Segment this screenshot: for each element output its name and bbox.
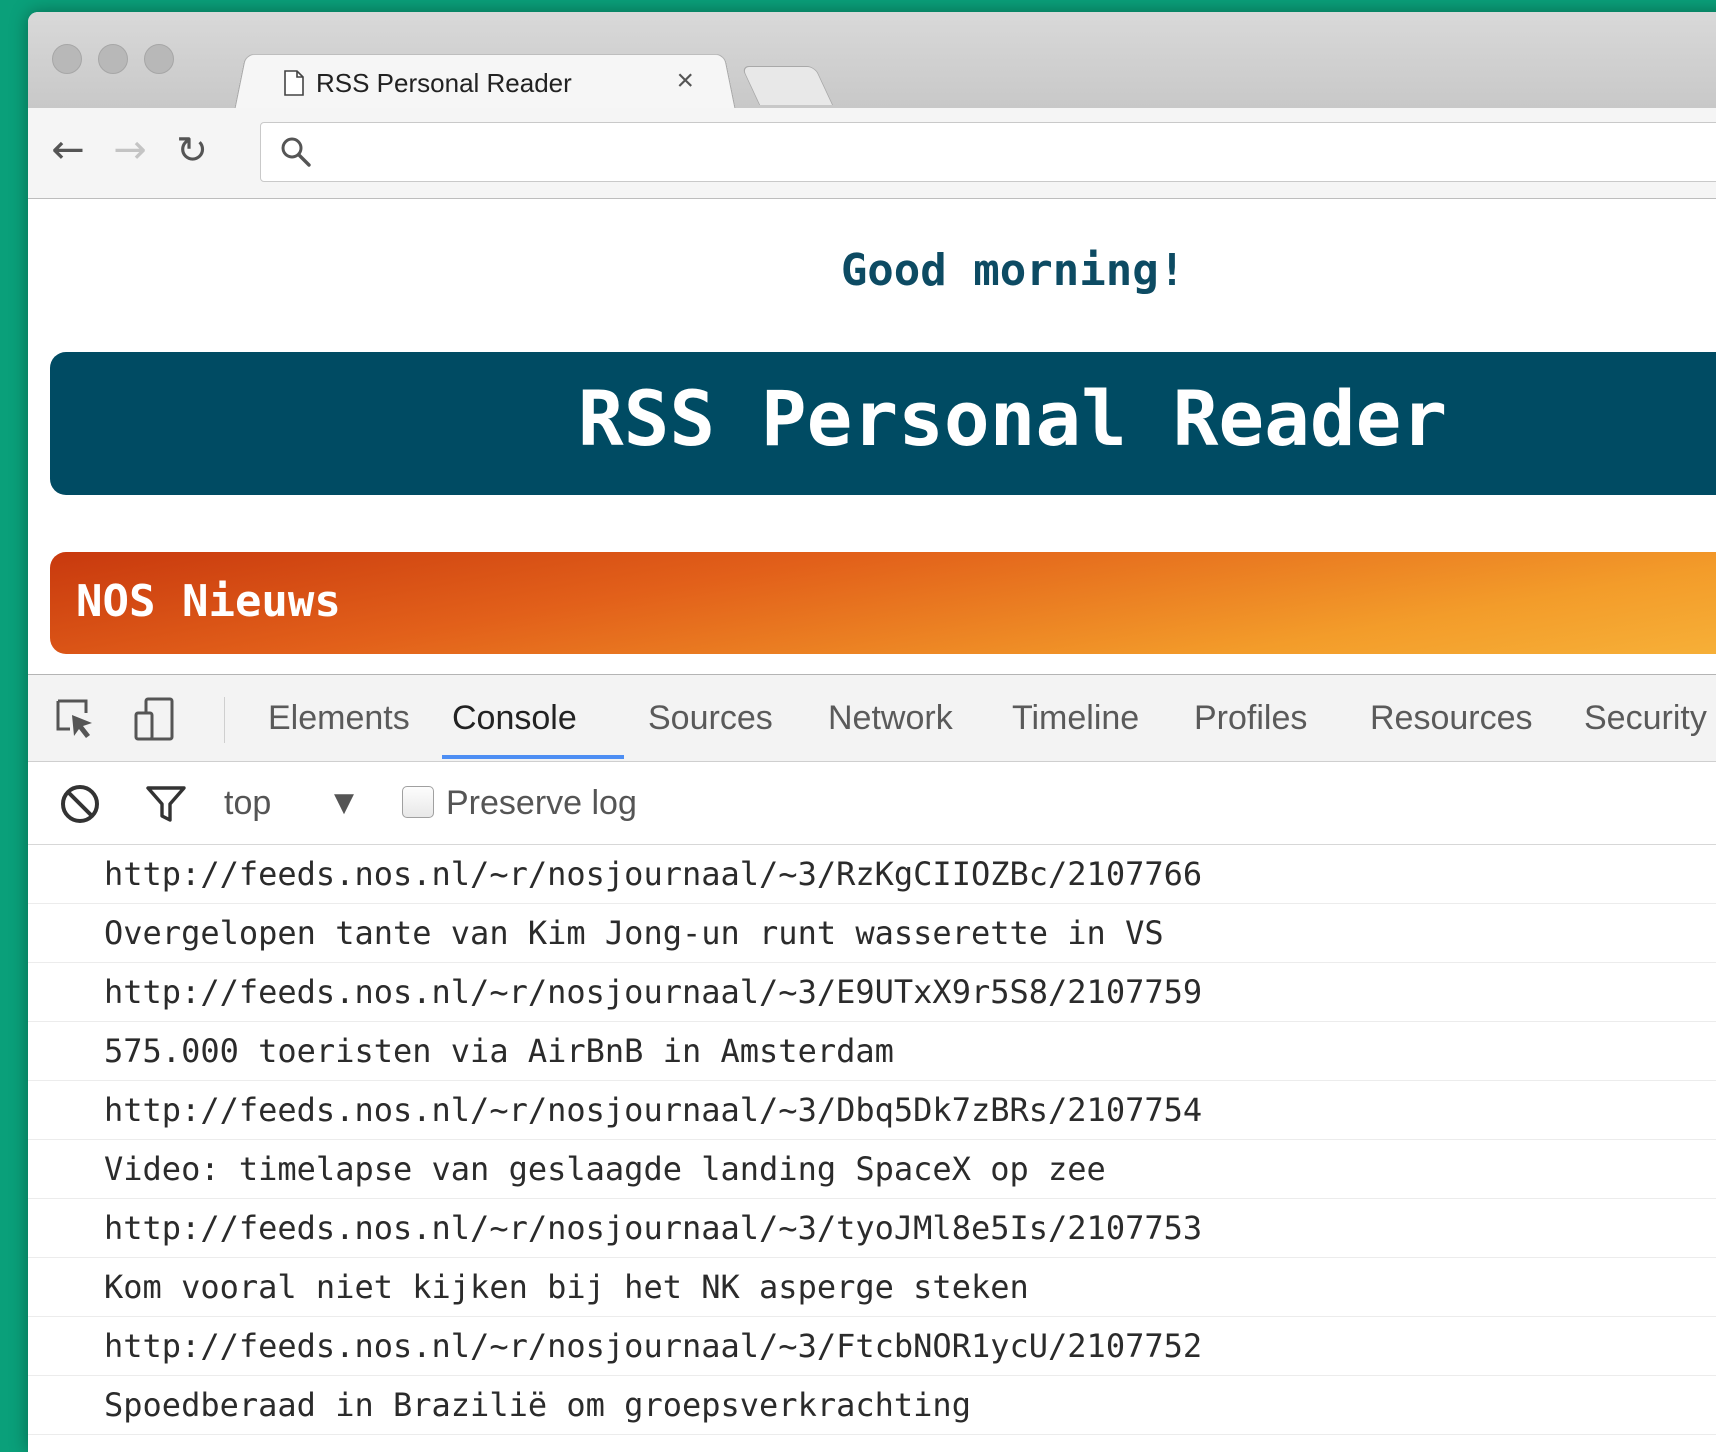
filter-icon[interactable] — [144, 782, 188, 826]
console-line: 575.000 toeristen via AirBnB in Amsterda… — [28, 1022, 1716, 1081]
console-line: http://feeds.nos.nl/~r/nosjournaal/~3/E9… — [28, 963, 1716, 1022]
address-bar[interactable] — [260, 122, 1716, 182]
preserve-log-label[interactable]: Preserve log — [446, 762, 637, 844]
search-icon — [279, 135, 313, 169]
clear-console-icon[interactable] — [58, 782, 102, 826]
tab-close-icon[interactable]: × — [676, 64, 694, 98]
greeting-text: Good morning! — [840, 245, 1186, 296]
inspect-element-icon[interactable] — [52, 695, 100, 743]
console-line: http://feeds.nos.nl/~r/nosjournaal/~3/Ft… — [28, 1317, 1716, 1376]
app-header: RSS Personal Reader — [50, 352, 1716, 495]
new-tab-button[interactable] — [740, 66, 834, 105]
console-line: Overgelopen tante van Kim Jong-un runt w… — [28, 904, 1716, 963]
devtools-panel: Elements Console Sources Network Timelin… — [28, 674, 1716, 1452]
console-line: Kom vooral niet kijken bij het NK asperg… — [28, 1258, 1716, 1317]
console-line: http://feeds.nos.nl/~r/nosjournaal/~3/ty… — [28, 1199, 1716, 1258]
feed-header[interactable]: NOS Nieuws — [50, 552, 1716, 654]
tab-console[interactable]: Console — [452, 675, 577, 761]
chevron-down-icon[interactable]: ▼ — [334, 762, 354, 844]
tab-elements[interactable]: Elements — [268, 675, 410, 761]
browser-tab-content[interactable]: RSS Personal Reader × — [258, 60, 718, 106]
console-line: http://feeds.nos.nl/~r/nosjournaal/~3/Rz… — [28, 845, 1716, 904]
reload-icon[interactable]: ↻ — [168, 126, 216, 174]
tab-timeline[interactable]: Timeline — [1012, 675, 1139, 761]
devtools-tab-bar: Elements Console Sources Network Timelin… — [28, 675, 1716, 762]
tab-resources[interactable]: Resources — [1370, 675, 1533, 761]
minimize-window-button[interactable] — [98, 44, 128, 74]
feed-title: NOS Nieuws — [76, 576, 341, 627]
device-mode-icon[interactable] — [132, 695, 180, 743]
zoom-window-button[interactable] — [144, 44, 174, 74]
browser-toolbar: ← → ↻ — [28, 108, 1716, 199]
app-title: RSS Personal Reader — [577, 374, 1448, 463]
console-line: http://feeds.nos.nl/~r/nosjournaal/~3/Db… — [28, 1081, 1716, 1140]
tab-title: RSS Personal Reader — [316, 67, 572, 98]
console-line: Video: timelapse van geslaagde landing S… — [28, 1140, 1716, 1199]
tab-sources[interactable]: Sources — [648, 675, 773, 761]
browser-window: RSS Personal Reader × ← → ↻ Good morning… — [28, 12, 1716, 1452]
tab-strip: RSS Personal Reader × — [28, 12, 1716, 111]
context-select[interactable]: top — [224, 762, 271, 844]
active-tab-indicator — [442, 755, 624, 759]
tab-profiles[interactable]: Profiles — [1194, 675, 1307, 761]
page-content: Good morning! RSS Personal Reader NOS Ni… — [28, 199, 1716, 689]
tab-network[interactable]: Network — [828, 675, 953, 761]
devtools-separator — [224, 697, 225, 743]
forward-arrow-icon[interactable]: → — [106, 126, 154, 174]
document-icon — [284, 70, 304, 96]
tab-security[interactable]: Security — [1584, 675, 1707, 761]
back-arrow-icon[interactable]: ← — [44, 126, 92, 174]
console-line: Spoedberaad in Brazilië om groepsverkrac… — [28, 1376, 1716, 1435]
console-toolbar: top ▼ Preserve log — [28, 762, 1716, 845]
close-window-button[interactable] — [52, 44, 82, 74]
preserve-log-checkbox[interactable] — [402, 786, 434, 818]
console-output: http://feeds.nos.nl/~r/nosjournaal/~3/Rz… — [28, 845, 1716, 1435]
